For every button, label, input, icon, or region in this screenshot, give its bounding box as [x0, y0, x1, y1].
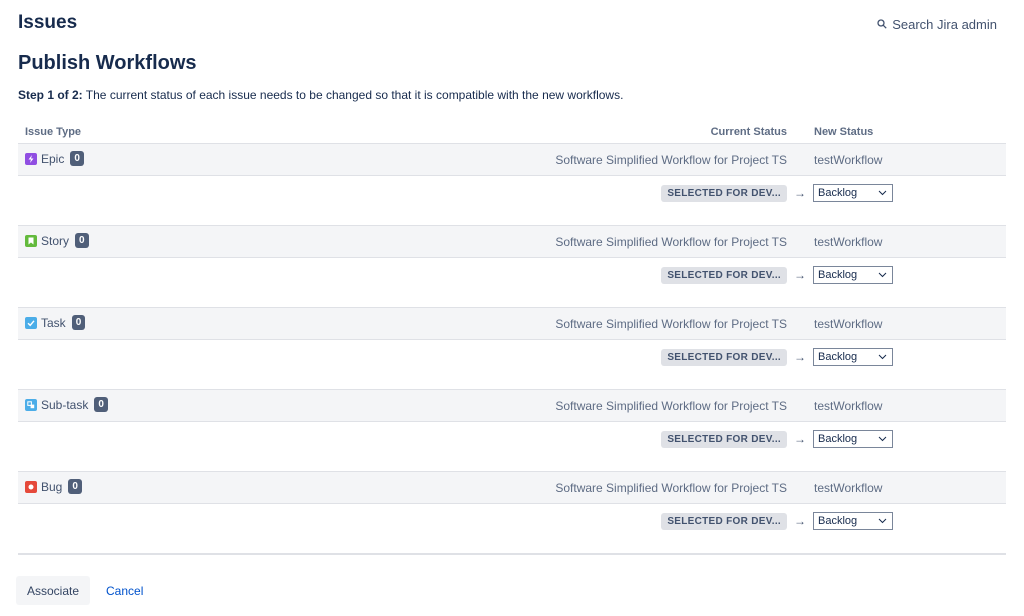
current-workflow: Software Simplified Workflow for Project… [555, 481, 787, 495]
status-mapping-row: SELECTED FOR DEV... → Backlog [661, 184, 893, 202]
new-status-value: Backlog [818, 269, 858, 281]
issue-type-row: Bug 0 Software Simplified Workflow for P… [18, 472, 1006, 504]
status-mapping-row: SELECTED FOR DEV... → Backlog [661, 512, 893, 530]
column-current-status: Current Status [710, 126, 787, 138]
issue-count-badge: 0 [68, 479, 82, 494]
admin-header: Issues Search Jira admin [18, 12, 997, 36]
current-status-lozenge: SELECTED FOR DEV... [661, 348, 787, 366]
status-mapping-row: SELECTED FOR DEV... → Backlog [661, 266, 893, 284]
issue-type-row: Epic 0 Software Simplified Workflow for … [18, 144, 1006, 176]
current-status-lozenge: SELECTED FOR DEV... [661, 266, 787, 284]
search-admin-link[interactable]: Search Jira admin [877, 17, 997, 32]
new-workflow: testWorkflow [814, 481, 883, 495]
epic-icon [25, 152, 37, 165]
column-issue-type: Issue Type [25, 126, 82, 138]
current-status-lozenge: SELECTED FOR DEV... [661, 512, 787, 530]
new-status-value: Backlog [818, 515, 858, 527]
search-admin-label: Search Jira admin [892, 17, 997, 32]
section-title: Issues [18, 12, 78, 33]
current-workflow: Software Simplified Workflow for Project… [555, 153, 787, 167]
issue-type-cell: Bug 0 [25, 479, 82, 494]
table-header: Issue Type Current Status New Status [18, 118, 1006, 144]
arrow-right-icon: → [794, 186, 806, 200]
step-label: Step 1 of 2: [18, 88, 83, 102]
current-workflow: Software Simplified Workflow for Project… [555, 399, 787, 413]
status-mapping-row: SELECTED FOR DEV... → Backlog [661, 430, 893, 448]
issue-type-cell: Epic 0 [25, 151, 84, 166]
issue-count-badge: 0 [71, 315, 86, 330]
issue-type-label: Story [41, 233, 70, 248]
new-workflow: testWorkflow [814, 235, 883, 249]
issue-count-badge: 0 [70, 151, 84, 166]
search-icon [877, 17, 887, 32]
issue-count-badge: 0 [75, 233, 89, 248]
arrow-right-icon: → [794, 350, 806, 364]
cancel-button[interactable]: Cancel [98, 576, 151, 605]
arrow-right-icon: → [794, 514, 806, 528]
chevron-down-icon [878, 351, 887, 363]
new-workflow: testWorkflow [814, 153, 883, 167]
issue-type-group: Story 0 Software Simplified Workflow for… [18, 226, 1006, 308]
arrow-right-icon: → [794, 432, 806, 446]
issue-count-badge: 0 [94, 397, 108, 412]
arrow-right-icon: → [794, 268, 806, 282]
issue-type-cell: Story 0 [25, 233, 89, 248]
issue-type-group: Bug 0 Software Simplified Workflow for P… [18, 472, 1006, 554]
current-workflow: Software Simplified Workflow for Project… [555, 317, 787, 331]
issue-type-cell: Sub-task 0 [25, 397, 108, 412]
new-status-select[interactable]: Backlog [813, 266, 893, 284]
issue-type-group: Task 0 Software Simplified Workflow for … [18, 308, 1006, 390]
new-status-select[interactable]: Backlog [813, 184, 893, 202]
issue-type-group: Epic 0 Software Simplified Workflow for … [18, 144, 1006, 226]
task-icon [25, 316, 37, 329]
issue-type-label: Sub-task [41, 397, 89, 412]
issue-type-label: Bug [41, 479, 63, 494]
story-icon [25, 234, 37, 247]
subtask-icon [25, 398, 37, 411]
new-status-value: Backlog [818, 433, 858, 445]
column-new-status: New Status [814, 126, 874, 138]
issue-type-label: Task [41, 315, 66, 330]
page-title: Publish Workflows [18, 52, 197, 74]
issue-type-label: Epic [41, 151, 65, 166]
bug-icon [25, 480, 37, 493]
new-status-select[interactable]: Backlog [813, 430, 893, 448]
new-workflow: testWorkflow [814, 317, 883, 331]
footer-divider [18, 554, 1006, 555]
new-status-value: Backlog [818, 187, 858, 199]
associate-button[interactable]: Associate [16, 576, 90, 605]
issue-type-row: Task 0 Software Simplified Workflow for … [18, 308, 1006, 340]
new-status-value: Backlog [818, 351, 858, 363]
current-workflow: Software Simplified Workflow for Project… [555, 235, 787, 249]
chevron-down-icon [878, 187, 887, 199]
current-status-lozenge: SELECTED FOR DEV... [661, 430, 787, 448]
chevron-down-icon [878, 515, 887, 527]
new-status-select[interactable]: Backlog [813, 512, 893, 530]
current-status-lozenge: SELECTED FOR DEV... [661, 184, 787, 202]
issue-type-group: Sub-task 0 Software Simplified Workflow … [18, 390, 1006, 472]
new-status-select[interactable]: Backlog [813, 348, 893, 366]
chevron-down-icon [878, 433, 887, 445]
issue-type-row: Story 0 Software Simplified Workflow for… [18, 226, 1006, 258]
status-mapping-row: SELECTED FOR DEV... → Backlog [661, 348, 893, 366]
step-text: The current status of each issue needs t… [82, 88, 624, 102]
issue-type-row: Sub-task 0 Software Simplified Workflow … [18, 390, 1006, 422]
step-description: Step 1 of 2: The current status of each … [18, 88, 623, 102]
new-workflow: testWorkflow [814, 399, 883, 413]
chevron-down-icon [878, 269, 887, 281]
status-mapping-table: Issue Type Current Status New Status Epi… [18, 118, 1006, 554]
issue-type-cell: Task 0 [25, 315, 86, 330]
